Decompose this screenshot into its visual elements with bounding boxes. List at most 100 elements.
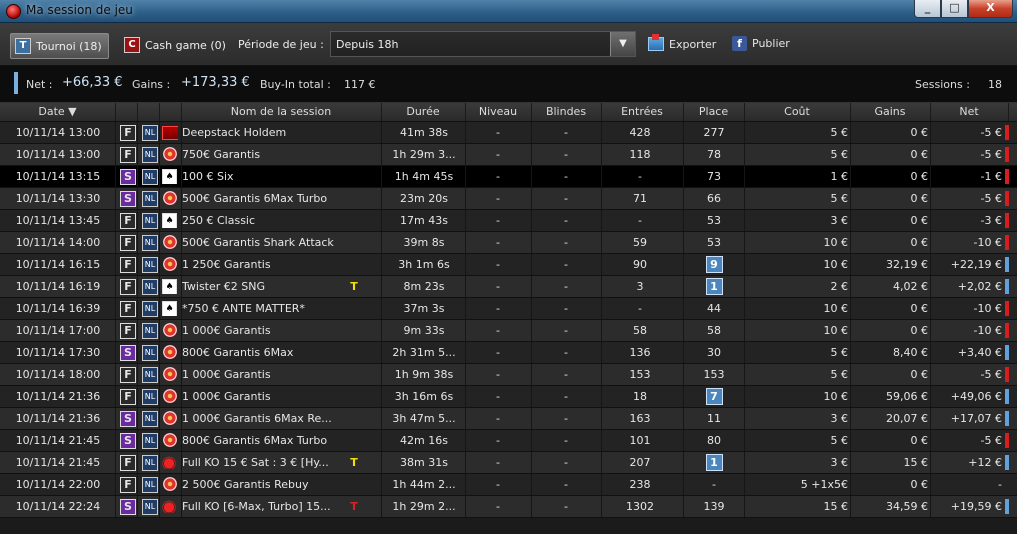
- facebook-icon: f: [732, 36, 747, 51]
- cell-session-name: 1 000€ Garantis: [182, 390, 271, 403]
- limit-badge: NL: [142, 345, 158, 361]
- cell-session-name: 100 € Six: [182, 170, 234, 183]
- column-divider: [137, 430, 138, 451]
- table-row[interactable]: 10/11/14 16:19 F NL ♠ Twister €2 SNG T 8m 23s -…: [0, 276, 1017, 298]
- cell-niveau: -: [496, 258, 500, 271]
- game-type-badge: F: [120, 477, 136, 493]
- column-divider: [465, 452, 466, 473]
- publish-button[interactable]: f Publier: [732, 36, 790, 51]
- col-net[interactable]: Net: [930, 103, 1009, 121]
- column-divider: [381, 210, 382, 231]
- limit-badge: NL: [142, 301, 158, 317]
- column-divider: [850, 474, 851, 495]
- col-cout[interactable]: Coût: [744, 103, 851, 121]
- ticket-tag: [347, 210, 361, 231]
- col-limit[interactable]: [137, 103, 160, 121]
- column-divider: [381, 386, 382, 407]
- result-indicator: [1005, 455, 1009, 470]
- table-row[interactable]: 10/11/14 16:15 F NL 1 250€ Garantis 3h 1m 6s…: [0, 254, 1017, 276]
- poker-chip-icon: [162, 147, 178, 162]
- column-divider: [930, 320, 931, 341]
- cell-gains: 0 €: [910, 214, 929, 227]
- table-row[interactable]: 10/11/14 13:45 F NL ♠ 250 € Classic 17m 43s - -…: [0, 210, 1017, 232]
- col-entrees[interactable]: Entrées: [601, 103, 684, 121]
- col-site[interactable]: [159, 103, 182, 121]
- table-row[interactable]: 10/11/14 13:30 S NL 500€ Garantis 6Max Turb…: [0, 188, 1017, 210]
- cell-duree: 42m 16s: [400, 434, 448, 447]
- cell-duree: 1h 4m 45s: [394, 170, 454, 183]
- column-divider: [137, 342, 138, 363]
- col-gains[interactable]: Gains: [850, 103, 931, 121]
- table-row[interactable]: 10/11/14 18:00 F NL 1 000€ Garantis 1h 9m 38…: [0, 364, 1017, 386]
- column-divider: [381, 188, 382, 209]
- cell-blindes: -: [564, 390, 568, 403]
- cell-net: -10 €: [973, 324, 1002, 337]
- column-divider: [465, 364, 466, 385]
- export-button[interactable]: Exporter: [648, 34, 716, 51]
- column-divider: [137, 232, 138, 253]
- cell-entrees: 153: [629, 368, 651, 381]
- table-row[interactable]: 10/11/14 17:00 F NL 1 000€ Garantis 9m 33s - -…: [0, 320, 1017, 342]
- column-divider: [465, 122, 466, 143]
- limit-badge: NL: [142, 367, 158, 383]
- col-place[interactable]: Place: [683, 103, 745, 121]
- column-divider: [850, 452, 851, 473]
- cell-place: 78: [684, 144, 744, 165]
- col-niveau[interactable]: Niveau: [465, 103, 532, 121]
- limit-badge: NL: [142, 169, 158, 185]
- column-divider: [159, 408, 160, 429]
- period-select[interactable]: Depuis 18h ▼: [330, 31, 636, 57]
- ticket-tag: T: [350, 456, 358, 469]
- cell-net: +19,59 €: [950, 500, 1002, 513]
- col-date[interactable]: Date ▼: [0, 103, 116, 121]
- cell-niveau: -: [496, 324, 500, 337]
- table-row[interactable]: 10/11/14 22:00 F NL 2 500€ Garantis Rebuy 1h…: [0, 474, 1017, 496]
- cell-gains: 0 €: [910, 192, 929, 205]
- table-row[interactable]: 10/11/14 13:15 S NL ♠ 100 € Six 1h 4m 45s - - - 7…: [0, 166, 1017, 188]
- table-row[interactable]: 10/11/14 21:36 S NL 1 000€ Garantis 6Max Re…: [0, 408, 1017, 430]
- limit-badge: NL: [142, 213, 158, 229]
- column-divider: [115, 474, 116, 495]
- col-duree[interactable]: Durée: [381, 103, 466, 121]
- cell-blindes: -: [564, 456, 568, 469]
- tab-cash-game[interactable]: C Cash game (0): [120, 33, 232, 57]
- cell-cout: 10 €: [823, 390, 849, 403]
- column-divider: [531, 122, 532, 143]
- minimize-button[interactable]: _: [914, 0, 941, 18]
- result-indicator: [1005, 389, 1009, 404]
- cell-net: +3,40 €: [957, 346, 1002, 359]
- close-button[interactable]: X: [968, 0, 1013, 18]
- column-divider: [159, 342, 160, 363]
- column-divider: [850, 232, 851, 253]
- cell-cout: 5 €: [830, 434, 849, 447]
- cell-niveau: -: [496, 456, 500, 469]
- game-type-badge: F: [120, 389, 136, 405]
- cell-place: 139: [684, 496, 744, 517]
- column-divider: [531, 496, 532, 517]
- table-row[interactable]: 10/11/14 21:36 F NL 1 000€ Garantis 3h 16m 6…: [0, 386, 1017, 408]
- tab-tournoi[interactable]: T Tournoi (18): [10, 33, 109, 59]
- cell-duree: 38m 31s: [400, 456, 448, 469]
- limit-badge: NL: [142, 235, 158, 251]
- table-row[interactable]: 10/11/14 13:00 F NL 750€ Garantis 1h 29m 3..…: [0, 144, 1017, 166]
- window-controls: _ □ X: [914, 0, 1013, 18]
- table-row[interactable]: 10/11/14 16:39 F NL ♠ *750 € ANTE MATTER* 37m…: [0, 298, 1017, 320]
- col-session-name[interactable]: Nom de la session: [181, 103, 382, 121]
- chevron-down-icon[interactable]: ▼: [610, 32, 635, 56]
- table-row[interactable]: 10/11/14 14:00 F NL 500€ Garantis Shark Att…: [0, 232, 1017, 254]
- col-blindes[interactable]: Blindes: [531, 103, 602, 121]
- col-type[interactable]: [115, 103, 138, 121]
- table-row[interactable]: 10/11/14 22:24 S NL Full KO [6-Max, Turbo] …: [0, 496, 1017, 518]
- game-type-badge: F: [120, 125, 136, 141]
- ticket-tag: [347, 166, 361, 187]
- table-row[interactable]: 10/11/14 13:00 F NL Deepstack Holdem 41m 38s…: [0, 122, 1017, 144]
- column-divider: [137, 408, 138, 429]
- game-type-badge: F: [120, 323, 136, 339]
- deepstack-icon: [162, 125, 178, 140]
- cell-session-name: 750€ Garantis: [182, 148, 261, 161]
- table-row[interactable]: 10/11/14 17:30 S NL 800€ Garantis 6Max 2h 31…: [0, 342, 1017, 364]
- table-row[interactable]: 10/11/14 21:45 F NL Full KO 15 € Sat : 3 € …: [0, 452, 1017, 474]
- table-row[interactable]: 10/11/14 21:45 S NL 800€ Garantis 6Max Turb…: [0, 430, 1017, 452]
- maximize-button[interactable]: □: [941, 0, 968, 18]
- column-divider: [850, 430, 851, 451]
